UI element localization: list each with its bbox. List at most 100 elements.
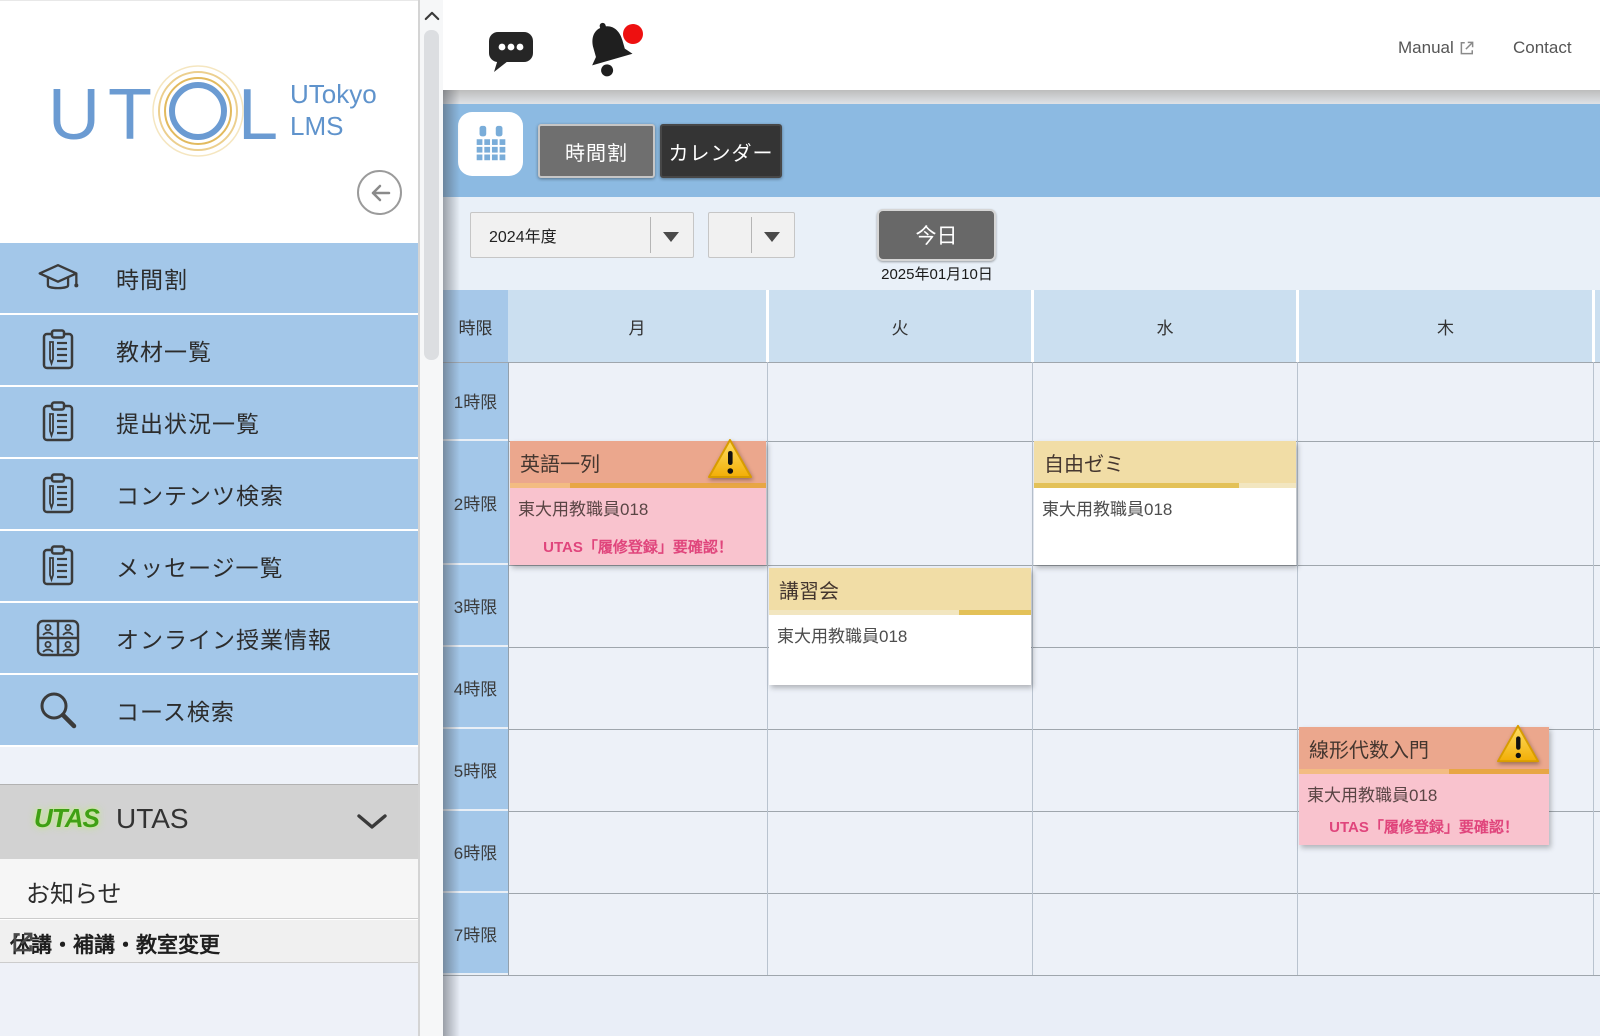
tab-calendar[interactable]: カレンダー bbox=[660, 124, 782, 178]
arrow-left-icon bbox=[365, 179, 395, 207]
day-header-partial bbox=[1595, 290, 1600, 362]
graduation-cap-icon bbox=[36, 256, 80, 300]
event-title-bar: 線形代数入門 bbox=[1299, 727, 1549, 769]
today-button[interactable]: 今日 bbox=[877, 209, 996, 261]
chevron-down-icon bbox=[356, 813, 388, 836]
tab-timetable[interactable]: 時間割 bbox=[538, 124, 655, 178]
warning-icon bbox=[706, 437, 754, 486]
day-header-mon: 月 bbox=[508, 290, 766, 362]
view-switch-band: 時間割 カレンダー bbox=[443, 104, 1600, 197]
event-title-bar: 自由ゼミ bbox=[1034, 441, 1296, 483]
clipboard-icon bbox=[36, 328, 80, 372]
event-card-seminar[interactable]: 講習会 東大用教職員018 bbox=[769, 568, 1031, 685]
logo-text-l: L bbox=[238, 75, 278, 155]
grid-line bbox=[508, 362, 509, 975]
period-column-header: 時限 bbox=[443, 290, 508, 362]
sidebar-item-label: 提出状況一覧 bbox=[116, 405, 260, 439]
topbar-shadow bbox=[443, 90, 1600, 104]
period-label-5: 5時限 bbox=[443, 729, 508, 811]
period-label-4: 4時限 bbox=[443, 647, 508, 729]
dropdown-arrow-icon bbox=[663, 232, 679, 242]
clipboard-icon bbox=[36, 400, 80, 444]
sidebar-item-content-search[interactable]: コンテンツ検索 bbox=[0, 459, 418, 529]
warning-icon bbox=[1495, 723, 1541, 770]
event-title: 英語一列 bbox=[520, 448, 600, 477]
sidebar-item-label: コンテンツ検索 bbox=[116, 477, 284, 511]
event-title: 自由ゼミ bbox=[1044, 448, 1124, 477]
video-grid-icon bbox=[36, 616, 80, 660]
grid-line bbox=[443, 975, 1600, 976]
utas-logo: UTAS bbox=[34, 803, 99, 834]
sidebar-item-label: コース検索 bbox=[116, 693, 235, 727]
event-card-linear-algebra[interactable]: 線形代数入門 東大用教職員018 UTAS「履修登録」要確認！ bbox=[1299, 727, 1549, 845]
sidebar-item-label: 教材一覧 bbox=[116, 333, 212, 367]
scroll-up-icon[interactable] bbox=[422, 4, 441, 26]
select-divider bbox=[650, 217, 651, 253]
period-label-6: 6時限 bbox=[443, 811, 508, 893]
event-body: 東大用教職員018 UTAS「履修登録」要確認！ bbox=[1299, 774, 1549, 845]
sidebar-item-timetable[interactable]: 時間割 bbox=[0, 243, 418, 313]
event-title: 線形代数入門 bbox=[1309, 734, 1429, 763]
dropdown-arrow-icon bbox=[764, 232, 780, 242]
utol-logo: UT L UTokyo LMS bbox=[46, 59, 386, 169]
sidebar-item-messages[interactable]: メッセージ一覧 bbox=[0, 531, 418, 601]
sidebar-collapse-button[interactable] bbox=[357, 170, 402, 215]
logo-subtitle-2: LMS bbox=[290, 111, 343, 141]
timetable-header-row: 時限 月 火 水 木 bbox=[443, 290, 1600, 362]
event-instructor: 東大用教職員018 bbox=[777, 622, 907, 647]
sidebar-item-class-changes[interactable]: 休講・補講・教室変更 bbox=[0, 920, 418, 963]
timetable-section-icon bbox=[458, 112, 523, 176]
sidebar-spacer bbox=[0, 747, 418, 784]
day-header-thu: 木 bbox=[1299, 290, 1592, 362]
sidebar-item-submissions[interactable]: 提出状況一覧 bbox=[0, 387, 418, 457]
notification-bell-icon[interactable] bbox=[579, 16, 639, 78]
period-label-7: 7時限 bbox=[443, 893, 508, 975]
grid-line bbox=[443, 362, 1600, 363]
sidebar-item-label: メッセージ一覧 bbox=[116, 549, 284, 583]
magnifier-icon bbox=[36, 688, 80, 732]
clipboard-icon bbox=[36, 544, 80, 588]
logo-subtitle-1: UTokyo bbox=[290, 79, 377, 109]
manual-link[interactable]: Manual bbox=[1398, 38, 1476, 58]
sidebar-item-label: 時間割 bbox=[116, 261, 188, 295]
sidebar-item-online-class[interactable]: オンライン授業情報 bbox=[0, 603, 418, 673]
current-date: 2025年01月10日 bbox=[857, 263, 1017, 284]
event-title-bar: 英語一列 bbox=[510, 441, 766, 483]
event-body: 東大用教職員018 bbox=[769, 615, 1031, 685]
year-select[interactable]: 2024年度 bbox=[470, 212, 694, 258]
sidebar-menu: 時間割 教材一覧 提出状況一覧 コンテンツ検索 bbox=[0, 243, 418, 747]
sidebar: UT L UTokyo LMS 時間割 bbox=[0, 0, 418, 1036]
event-body: 東大用教職員018 bbox=[1034, 488, 1296, 565]
timetable-controls: 2024年度 今日 2025年01月10日 bbox=[443, 197, 1600, 290]
day-header-tue: 火 bbox=[769, 290, 1031, 362]
chat-bubble-icon[interactable] bbox=[487, 26, 535, 74]
sidebar-footer bbox=[0, 963, 418, 1036]
sidebar-item-course-search[interactable]: コース検索 bbox=[0, 675, 418, 745]
utas-label: UTAS bbox=[116, 803, 189, 835]
main-content: Manual Contact 時間割 カレンダー 2024年度 bbox=[443, 0, 1600, 1036]
scrollbar-thumb[interactable] bbox=[424, 30, 439, 360]
logo-text-ut: UT bbox=[48, 75, 160, 155]
sidebar-item-notices[interactable]: お知らせ bbox=[0, 859, 418, 919]
external-link-icon bbox=[1458, 39, 1476, 57]
grid-line bbox=[508, 647, 1600, 648]
grid-line bbox=[767, 362, 768, 975]
utol-logo-graphic: UT L UTokyo LMS bbox=[46, 59, 386, 169]
contact-link[interactable]: Contact bbox=[1513, 38, 1572, 58]
sidebar-utas-section[interactable]: UTAS UTAS bbox=[0, 784, 418, 859]
grid-line bbox=[508, 565, 1600, 566]
logo-o-ring bbox=[172, 85, 224, 137]
event-body: 東大用教職員018 UTAS「履修登録」要確認！ bbox=[510, 488, 766, 565]
event-card-free-seminar[interactable]: 自由ゼミ 東大用教職員018 bbox=[1034, 441, 1296, 565]
event-instructor: 東大用教職員018 bbox=[518, 495, 648, 520]
year-select-value: 2024年度 bbox=[489, 223, 557, 247]
event-instructor: 東大用教職員018 bbox=[1307, 781, 1437, 806]
term-select[interactable] bbox=[708, 212, 795, 258]
event-card-english[interactable]: 英語一列 東大用教職員018 UTAS「履修登録」要確認！ bbox=[510, 441, 766, 565]
select-divider bbox=[751, 217, 752, 253]
clipboard-icon bbox=[36, 472, 80, 516]
sidebar-item-materials[interactable]: 教材一覧 bbox=[0, 315, 418, 385]
grid-line bbox=[1032, 362, 1033, 975]
vertical-scrollbar[interactable] bbox=[420, 0, 443, 1036]
manual-label: Manual bbox=[1398, 38, 1454, 58]
